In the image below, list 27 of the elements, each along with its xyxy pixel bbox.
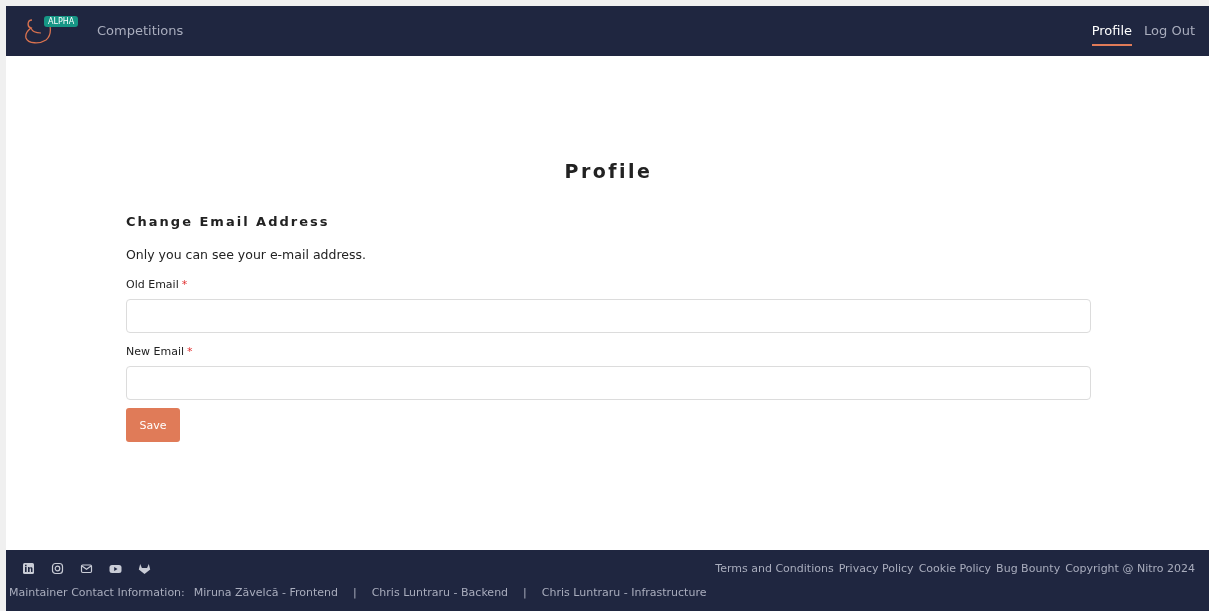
page-title: Profile (563, 160, 654, 182)
contact-link[interactable]: Miruna Zăvelcă - Frontend (193, 586, 338, 599)
separator: | (523, 586, 527, 599)
description-text: Only you can see your e-mail address. (126, 247, 367, 262)
nav-link[interactable]: Competitions (97, 16, 184, 46)
contact-label: Maintainer Contact Information: (9, 586, 185, 599)
linkedin-icon[interactable] (22, 561, 35, 575)
section-title: Change Email Address (126, 214, 331, 229)
nav-link[interactable]: Log Out (1144, 16, 1195, 46)
footer-link[interactable]: Cookie Policy (918, 561, 992, 575)
contact-link[interactable]: Chris Luntraru - Backend (371, 586, 509, 599)
alpha-badge: ALPHA (44, 16, 79, 27)
copyright-text: Copyright @ Nitro 2024 (1065, 561, 1195, 575)
footer-link[interactable]: Terms and Conditions (715, 561, 834, 575)
contact-link[interactable]: Chris Luntraru - Infrastructure (541, 586, 707, 599)
footer-link[interactable]: Privacy Policy (838, 561, 914, 575)
field-label: Old Email (126, 278, 179, 291)
camera-icon[interactable] (51, 561, 64, 575)
nav-link[interactable]: Profile (1091, 16, 1133, 46)
footer-link[interactable]: Bug Bounty (996, 561, 1061, 575)
required-mark: * (181, 278, 188, 291)
field-label: New Email (126, 345, 184, 358)
separator: | (352, 586, 357, 599)
email-input-field[interactable] (126, 299, 1091, 333)
required-mark: * (187, 345, 193, 358)
email-input-field[interactable] (126, 366, 1091, 400)
mail-icon[interactable] (80, 561, 93, 575)
